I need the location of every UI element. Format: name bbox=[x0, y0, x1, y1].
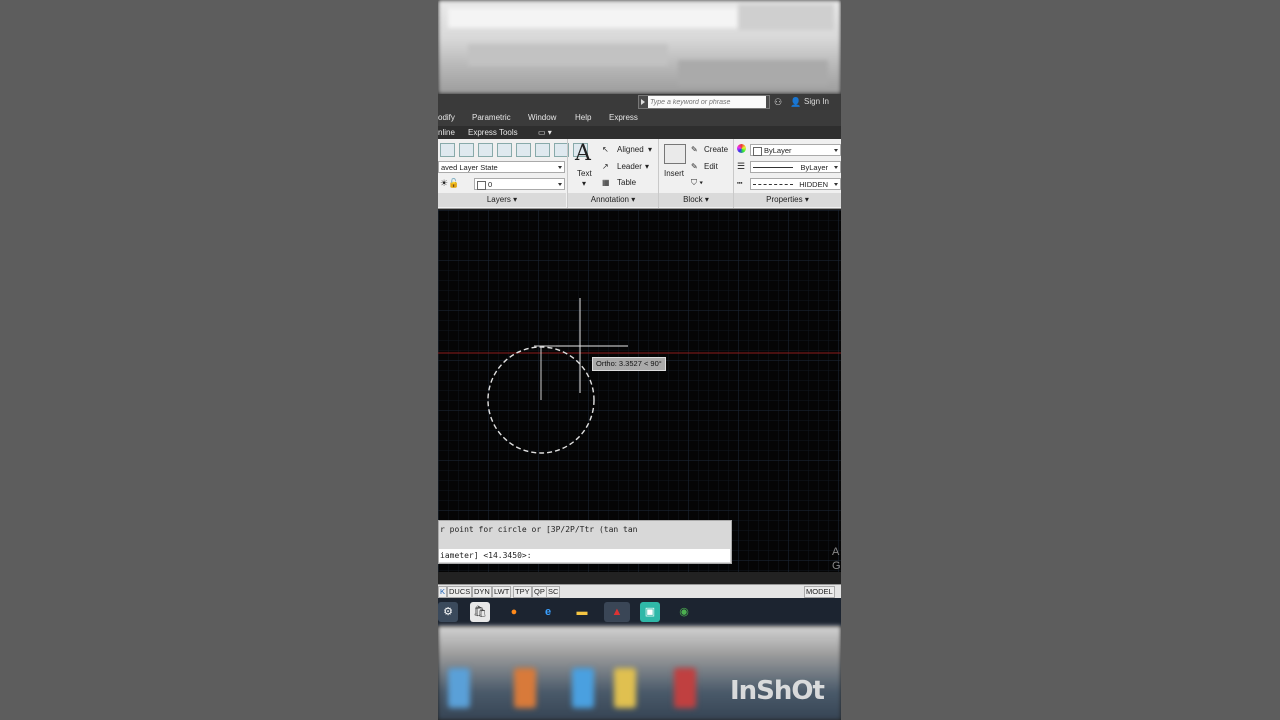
menu-bar: odify Parametric Window Help Express bbox=[438, 110, 841, 126]
taskbar-autocad-icon[interactable]: ▲ bbox=[604, 602, 630, 622]
create-block-icon[interactable]: ✎ bbox=[691, 145, 698, 154]
inshot-watermark: InShOt bbox=[730, 676, 825, 706]
search-box[interactable] bbox=[638, 95, 770, 109]
text-tool-icon[interactable]: A bbox=[575, 141, 591, 166]
layers-panel-label[interactable]: Layers ▾ bbox=[438, 193, 566, 207]
taskbar-app-icon[interactable]: ▣ bbox=[640, 602, 660, 622]
edit-button[interactable]: Edit bbox=[704, 162, 718, 171]
layer-state-dropdown[interactable]: aved Layer State bbox=[438, 161, 565, 173]
command-line[interactable]: r point for circle or [3P/2P/Ttr (tan ta… bbox=[438, 520, 732, 564]
menu-parametric[interactable]: Parametric bbox=[472, 113, 511, 122]
layer-lock-icon[interactable] bbox=[516, 143, 531, 157]
block-panel-label[interactable]: Block ▾ bbox=[659, 193, 733, 207]
edit-block-icon[interactable]: ✎ bbox=[691, 162, 698, 171]
color-dropdown[interactable]: ByLayer bbox=[750, 144, 841, 156]
status-sc[interactable]: SC bbox=[546, 586, 561, 598]
linetype-dropdown[interactable]: HIDDEN bbox=[750, 178, 841, 190]
taskbar-store-icon[interactable]: 🛍 bbox=[470, 602, 490, 622]
layer-freeze-icon[interactable] bbox=[497, 143, 512, 157]
status-dyn[interactable]: DYN bbox=[472, 586, 492, 598]
tab-online[interactable]: nline bbox=[438, 128, 455, 137]
status-qp[interactable]: QP bbox=[532, 586, 547, 598]
lineweight-dropdown[interactable]: ByLayer bbox=[750, 161, 841, 173]
text-tool-label[interactable]: Text bbox=[577, 169, 592, 178]
taskbar-settings-icon[interactable]: ⚙ bbox=[438, 602, 458, 622]
layer-isolate-icon[interactable] bbox=[478, 143, 493, 157]
tab-express-tools[interactable]: Express Tools bbox=[468, 128, 518, 137]
canvas-corner-text-g: G bbox=[832, 560, 841, 572]
canvas-corner-text-a: A bbox=[832, 546, 840, 558]
ribbon: aved Layer State 0 ☀🔓 Layers ▾ A Text ▾ … bbox=[438, 139, 841, 209]
tab-options-icon[interactable]: ▭ ▾ bbox=[538, 128, 552, 137]
ortho-tooltip: Ortho: 3.3527 < 90° bbox=[592, 357, 666, 371]
lineweight-icon[interactable]: ☰ bbox=[737, 161, 745, 172]
layer-match-icon[interactable] bbox=[535, 143, 550, 157]
color-wheel-icon[interactable] bbox=[737, 144, 746, 153]
leader-icon[interactable]: ↗ bbox=[602, 162, 609, 171]
command-input[interactable]: iameter] <14.3450>: bbox=[439, 549, 730, 562]
binoculars-icon[interactable]: ⚇ bbox=[774, 97, 782, 108]
taskbar-explorer-icon[interactable]: ▬ bbox=[572, 602, 592, 622]
layer-off-icon[interactable] bbox=[459, 143, 474, 157]
canvas-drawing bbox=[438, 210, 841, 572]
linetype-icon[interactable]: ┅ bbox=[737, 178, 742, 189]
right-letterbox bbox=[841, 0, 1280, 720]
aligned-dimension-icon[interactable]: ↖ bbox=[602, 145, 609, 154]
model-space-button[interactable]: MODEL bbox=[804, 586, 835, 598]
command-history: r point for circle or [3P/2P/Ttr (tan ta… bbox=[440, 525, 638, 534]
phone-frame: ⚇ 👤 Sign In odify Parametric Window Help… bbox=[438, 0, 841, 720]
user-icon[interactable]: 👤 bbox=[790, 97, 801, 108]
taskbar-firefox-icon[interactable]: ● bbox=[504, 602, 524, 622]
table-icon[interactable]: ▦ bbox=[602, 178, 610, 187]
title-bar: ⚇ 👤 Sign In bbox=[438, 94, 841, 110]
status-lwt[interactable]: LWT bbox=[492, 586, 512, 598]
left-letterbox bbox=[0, 0, 438, 720]
status-tpy[interactable]: TPY bbox=[513, 586, 532, 598]
status-bar: K DUCS DYN LWT TPY QP SC MODEL bbox=[438, 584, 841, 599]
status-osnap[interactable]: K bbox=[438, 586, 448, 598]
drawing-canvas[interactable]: Ortho: 3.3527 < 90° r point for circle o… bbox=[438, 210, 841, 572]
menu-modify[interactable]: odify bbox=[438, 113, 455, 122]
ribbon-tab-bar: nline Express Tools ▭ ▾ bbox=[438, 126, 841, 139]
create-button[interactable]: Create bbox=[704, 145, 728, 154]
taskbar-chrome-icon[interactable]: ◉ bbox=[674, 602, 694, 622]
menu-express[interactable]: Express bbox=[609, 113, 638, 122]
canvas-grid bbox=[438, 210, 841, 572]
properties-panel-label[interactable]: Properties ▾ bbox=[734, 193, 841, 207]
menu-window[interactable]: Window bbox=[528, 113, 556, 122]
search-arrow-icon bbox=[641, 99, 645, 105]
table-button[interactable]: Table bbox=[617, 178, 636, 187]
blurred-header bbox=[438, 0, 841, 94]
layer-dropdown[interactable]: 0 bbox=[474, 178, 565, 190]
sign-in-link[interactable]: Sign In bbox=[804, 97, 829, 106]
layer-color-swatch bbox=[477, 180, 486, 190]
search-input[interactable] bbox=[648, 96, 766, 108]
layer-properties-icon[interactable] bbox=[440, 143, 455, 157]
layer-tool-icons bbox=[440, 143, 592, 162]
menu-help[interactable]: Help bbox=[575, 113, 591, 122]
annotation-panel-label[interactable]: Annotation ▾ bbox=[568, 193, 658, 207]
taskbar-edge-icon[interactable]: e bbox=[538, 602, 558, 622]
aligned-button[interactable]: Aligned bbox=[617, 145, 644, 154]
status-ducs[interactable]: DUCS bbox=[447, 586, 473, 598]
layer-status-icons[interactable]: ☀🔓 bbox=[440, 178, 459, 189]
text-dropdown-icon[interactable]: ▾ bbox=[582, 179, 586, 188]
insert-button[interactable]: Insert bbox=[664, 169, 684, 178]
insert-block-icon[interactable] bbox=[664, 144, 686, 164]
attribute-icon[interactable]: ⛉ ▾ bbox=[691, 178, 703, 188]
taskbar: ⚙ 🛍 ● e ▬ ▲ ▣ ◉ bbox=[438, 598, 841, 626]
leader-button[interactable]: Leader bbox=[617, 162, 642, 171]
